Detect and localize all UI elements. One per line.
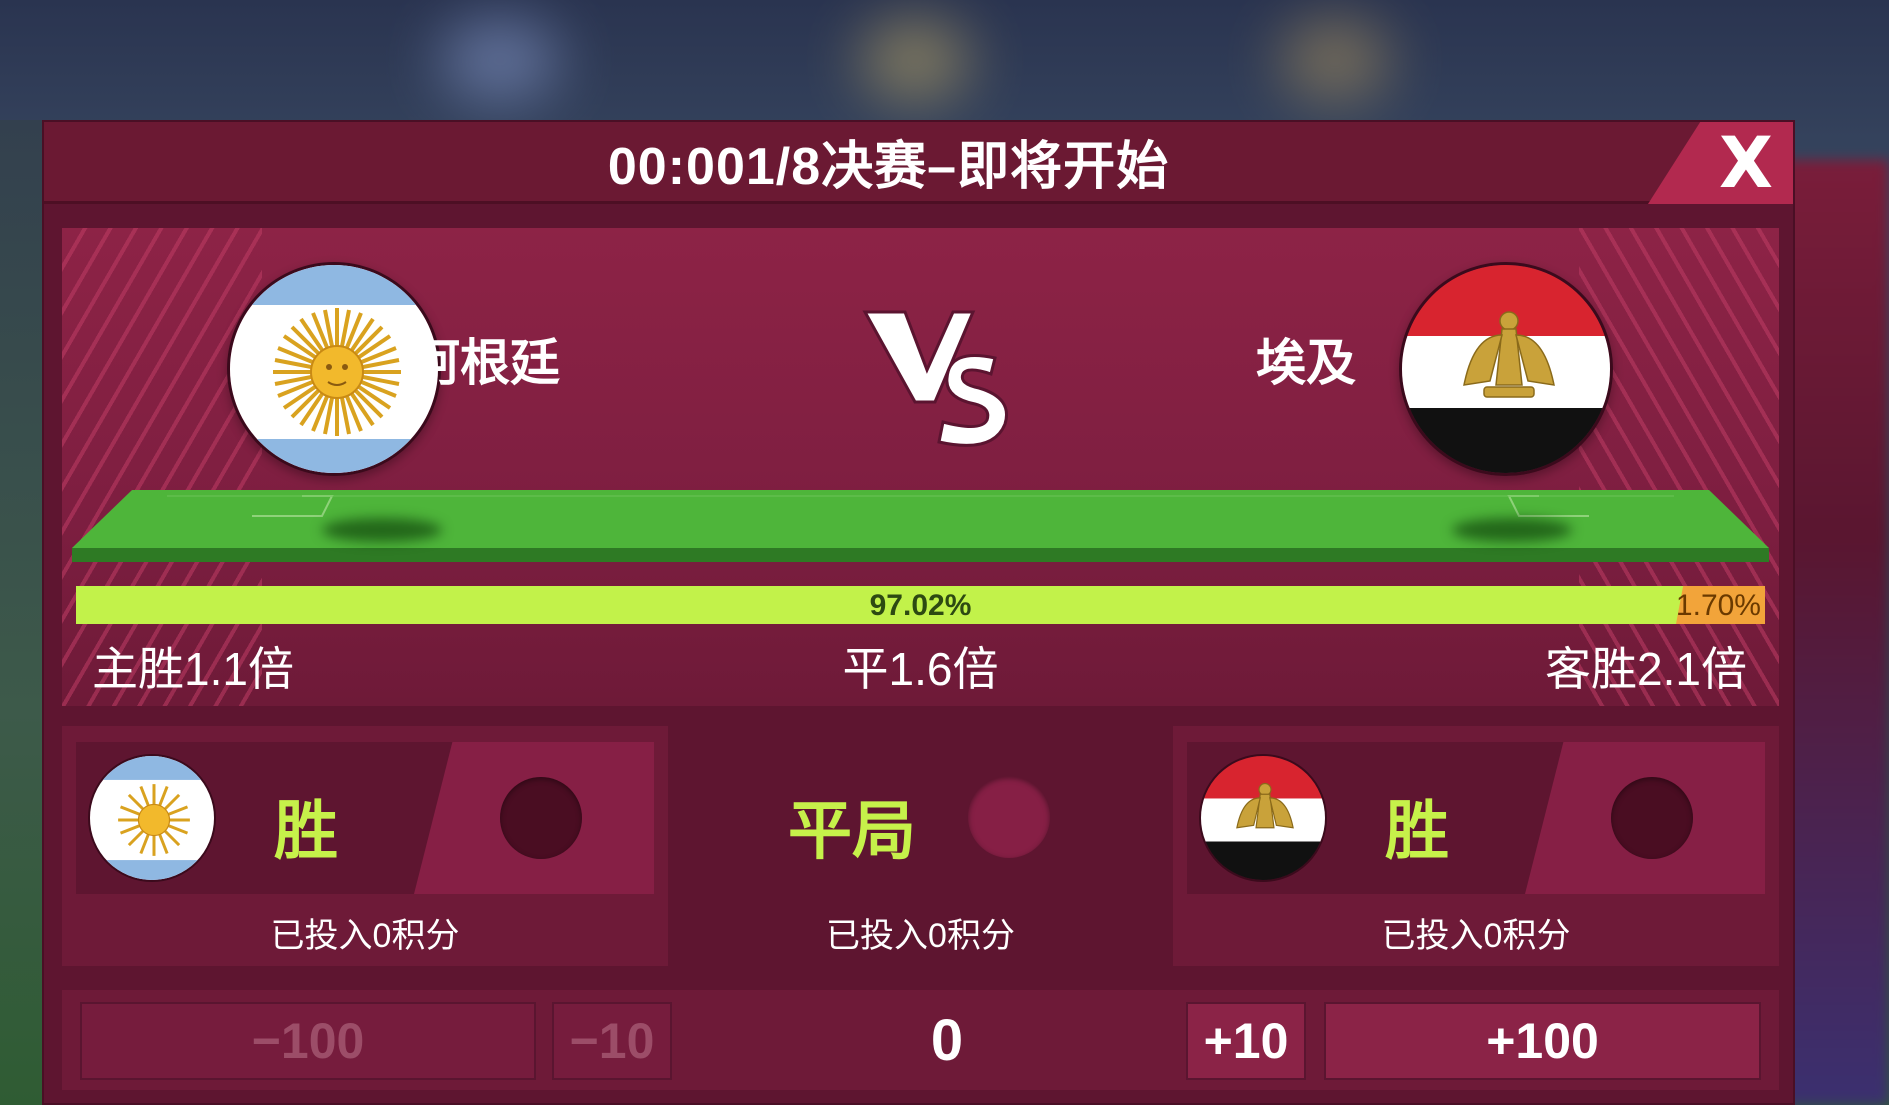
plus-100-button[interactable]: +100 xyxy=(1324,1002,1761,1080)
away-percent: 1.70% xyxy=(1675,589,1761,622)
egypt-flag-icon xyxy=(1399,262,1613,476)
egypt-flag-icon xyxy=(1199,754,1327,882)
draw-radio[interactable] xyxy=(968,776,1050,858)
draw-invested: 已投入0积分 xyxy=(826,917,1015,955)
bet-options: 胜 已投入0积分 平局 已投入0积分 胜 已投入0积分 xyxy=(62,726,1779,966)
away-win-option[interactable]: 胜 已投入0积分 xyxy=(1173,726,1779,966)
argentina-flag-icon xyxy=(227,262,441,476)
background-blur xyxy=(1280,20,1390,100)
stake-value: 0 xyxy=(930,1008,964,1073)
minus-100-button[interactable]: −100 xyxy=(80,1002,536,1080)
away-odds: 客胜2.1倍 xyxy=(1545,643,1747,695)
vs-logo xyxy=(857,300,1017,450)
away-win-label: 胜 xyxy=(1385,795,1449,867)
background-blur xyxy=(860,20,970,100)
away-win-radio[interactable] xyxy=(1611,777,1693,859)
plus-10-button[interactable]: +10 xyxy=(1186,1002,1306,1080)
close-button[interactable]: X xyxy=(1648,122,1793,204)
title-bar: 00:001/8决赛–即将开始 X xyxy=(44,122,1793,204)
dialog-title: 00:001/8决赛–即将开始 xyxy=(607,138,1170,196)
flag-shadow xyxy=(1452,518,1572,542)
home-win-label: 胜 xyxy=(274,795,338,867)
home-team-name: 阿根廷 xyxy=(410,335,560,391)
support-bar: 97.02% 1.70% xyxy=(76,586,1765,624)
draw-option[interactable]: 平局 已投入0积分 xyxy=(668,726,1173,966)
background-left xyxy=(0,120,44,1105)
home-win-option[interactable]: 胜 已投入0积分 xyxy=(62,726,668,966)
flag-shadow xyxy=(322,518,442,542)
minus-10-button[interactable]: −10 xyxy=(552,1002,672,1080)
argentina-flag-icon xyxy=(88,754,216,882)
close-icon[interactable]: X xyxy=(1719,128,1773,198)
stake-selector: −100 −10 0 +10 +100 xyxy=(62,990,1779,1090)
draw-odds: 平1.6倍 xyxy=(842,643,999,695)
home-percent: 97.02% xyxy=(869,589,972,622)
away-invested: 已投入0积分 xyxy=(1381,917,1571,955)
home-win-radio[interactable] xyxy=(500,777,582,859)
match-dialog: 00:001/8决赛–即将开始 X 阿根廷 埃及 97.02% 1.70% 主胜… xyxy=(42,120,1795,1105)
draw-label: 平局 xyxy=(788,795,916,867)
background-blur xyxy=(440,20,560,100)
away-team-name: 埃及 xyxy=(1256,335,1356,391)
home-invested: 已投入0积分 xyxy=(270,917,460,955)
match-banner: 阿根廷 埃及 97.02% 1.70% 主胜1.1倍 平1.6倍 客胜2.1倍 xyxy=(62,228,1779,706)
